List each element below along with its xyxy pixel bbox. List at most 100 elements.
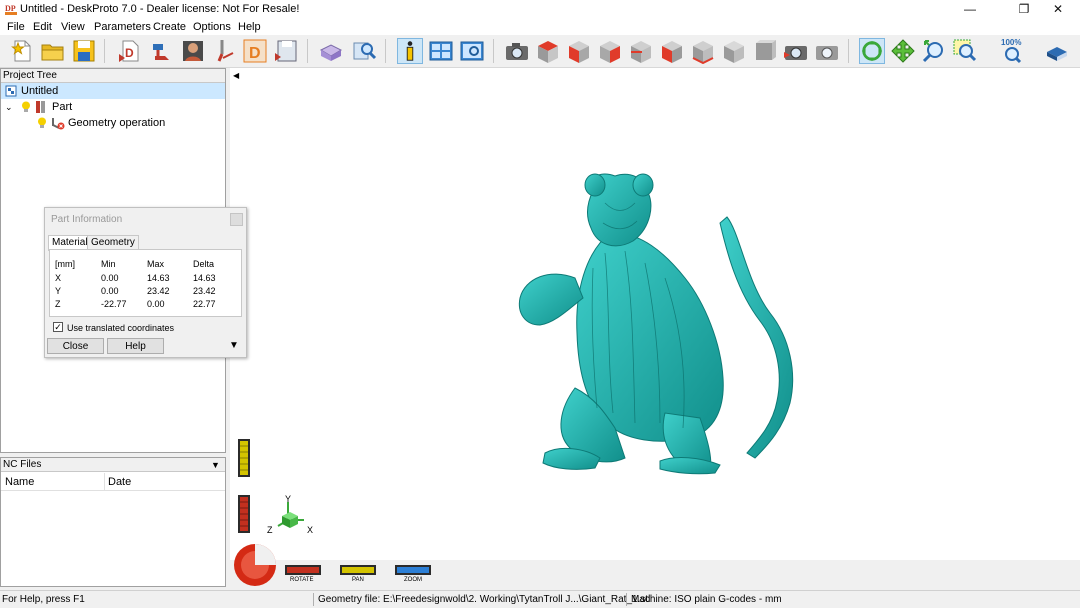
pan-mode-icon[interactable] (890, 38, 916, 64)
menu-view[interactable]: View (61, 21, 85, 33)
layout-icon[interactable] (428, 38, 454, 64)
zoom-in-icon[interactable] (921, 38, 947, 64)
help-dialog-button[interactable]: Help (107, 338, 164, 354)
tree-item-part[interactable]: ⌄ Part (1, 99, 225, 115)
status-bar: For Help, press F1 Geometry file: E:\Fre… (0, 590, 1080, 608)
tool-operation-icon[interactable] (211, 38, 237, 64)
menu-edit[interactable]: Edit (33, 21, 52, 33)
axis-label-z: Z (267, 525, 273, 535)
window-view-icon[interactable] (459, 38, 485, 64)
pan-slider-vertical[interactable] (237, 438, 251, 478)
camera-save-icon[interactable] (783, 38, 809, 64)
axis-label-y: Y (285, 494, 292, 504)
row-x-delta: 14.63 (193, 273, 216, 283)
row-x-max: 14.63 (147, 273, 170, 283)
view-top-icon[interactable] (535, 38, 561, 64)
zoom-window-icon[interactable] (952, 38, 978, 64)
camera-icon[interactable] (504, 38, 530, 64)
save-toolpath-icon[interactable] (273, 38, 299, 64)
lightbulb-icon[interactable] (37, 117, 47, 129)
collapse-arrow-icon[interactable]: ◀ (233, 71, 239, 80)
zoom-100-button[interactable]: 100% (998, 38, 1028, 64)
view-iso-icon[interactable] (721, 38, 747, 64)
row-y-delta: 23.42 (193, 286, 216, 296)
menu-options[interactable]: Options (193, 21, 231, 33)
dropdown-arrow-icon[interactable]: ▼ (211, 458, 220, 472)
row-x-min: 0.00 (101, 273, 119, 283)
tree-item-untitled[interactable]: Untitled (1, 83, 225, 99)
nc-files-panel: NC Files ▼ Name Date (0, 457, 226, 587)
view-bottom-icon[interactable] (690, 38, 716, 64)
import-geometry-icon[interactable]: D (117, 38, 143, 64)
row-y-axis: Y (55, 286, 62, 296)
axis-label-x: X (307, 525, 314, 535)
chevron-down-icon[interactable]: ⌄ (5, 99, 13, 115)
preview-zoom-icon[interactable] (351, 38, 377, 64)
3d-viewport[interactable]: ◀ Y X Z (230, 68, 1080, 588)
view-back-icon[interactable] (628, 38, 654, 64)
dialog-close-button[interactable] (230, 213, 243, 226)
pan-mode-label: PAN (352, 577, 364, 583)
pan-mode-bar[interactable] (340, 565, 376, 575)
rotate-wheel-icon[interactable] (232, 542, 278, 588)
rotate-mode-icon[interactable] (859, 38, 885, 64)
toolbar: D D 100% (0, 35, 1080, 68)
view-left-icon[interactable] (659, 38, 685, 64)
tab-geometry[interactable]: Geometry (87, 235, 139, 250)
close-button[interactable]: ✕ (1036, 0, 1080, 18)
status-help: For Help, press F1 (2, 594, 85, 605)
open-folder-icon[interactable] (40, 38, 66, 64)
about-book-icon[interactable] (1044, 38, 1070, 64)
bitmap-operation-icon[interactable] (180, 38, 206, 64)
rotate-slider-vertical[interactable] (237, 494, 251, 534)
title-bar: DP Untitled - DeskProto 7.0 - Dealer lic… (0, 0, 1080, 18)
close-dialog-button[interactable]: Close (47, 338, 104, 354)
new-project-icon[interactable] (9, 38, 35, 64)
project-icon (5, 85, 17, 97)
save-icon[interactable] (71, 38, 97, 64)
part-icon (36, 101, 45, 113)
part-parameters-icon[interactable] (149, 38, 175, 64)
menu-bar: File Edit View Parameters Create Options… (0, 18, 1080, 35)
row-y-min: 0.00 (101, 286, 119, 296)
deskproto-operation-icon[interactable]: D (242, 38, 268, 64)
zoom-mode-bar[interactable] (395, 565, 431, 575)
menu-help[interactable]: Help (238, 21, 261, 33)
viewport-bottom-bar: ROTATE PAN ZOOM (230, 544, 1080, 588)
window-title: Untitled - DeskProto 7.0 - Dealer licens… (20, 3, 300, 15)
nc-files-columns: Name Date (1, 473, 225, 491)
svg-text:D: D (125, 46, 134, 60)
menu-file[interactable]: File (7, 21, 25, 33)
expand-arrow-icon[interactable]: ▼ (229, 340, 239, 351)
status-geometry-file: Geometry file: E:\Freedesignwold\2. Work… (318, 594, 651, 605)
geometry-operation-icon (52, 118, 65, 130)
nc-files-header: NC Files ▼ (1, 458, 225, 472)
view-front-icon[interactable] (566, 38, 592, 64)
rotate-mode-bar[interactable] (285, 565, 321, 575)
view-right-icon[interactable] (597, 38, 623, 64)
view-default-icon[interactable] (752, 38, 778, 64)
row-z-axis: Z (55, 299, 61, 309)
column-header-name[interactable]: Name (5, 476, 34, 488)
menu-create[interactable]: Create (153, 21, 186, 33)
tree-item-label: Geometry operation (68, 117, 166, 129)
tree-item-geometry-operation[interactable]: Geometry operation (1, 115, 225, 131)
info-icon[interactable] (397, 38, 423, 64)
svg-text:DP: DP (5, 4, 16, 13)
row-z-max: 0.00 (147, 299, 165, 309)
part-information-dialog: Part Information Material Geometry [mm] … (44, 207, 247, 358)
zoom-mode-label: ZOOM (404, 577, 422, 583)
row-y-max: 23.42 (147, 286, 170, 296)
nc-files-title: NC Files (3, 459, 42, 470)
table-header-delta: Delta (193, 259, 215, 269)
menu-parameters[interactable]: Parameters (94, 21, 151, 33)
translated-coordinates-checkbox[interactable]: ✓ (53, 322, 63, 332)
camera-restore-icon[interactable] (814, 38, 840, 64)
table-header-min: Min (101, 259, 116, 269)
simulation-icon[interactable] (318, 38, 344, 64)
lightbulb-icon[interactable] (21, 101, 31, 113)
minimize-button[interactable]: — (948, 0, 992, 18)
column-header-date[interactable]: Date (108, 476, 131, 488)
deskproto-logo-icon: DP (4, 2, 18, 16)
svg-text:D: D (249, 45, 261, 62)
